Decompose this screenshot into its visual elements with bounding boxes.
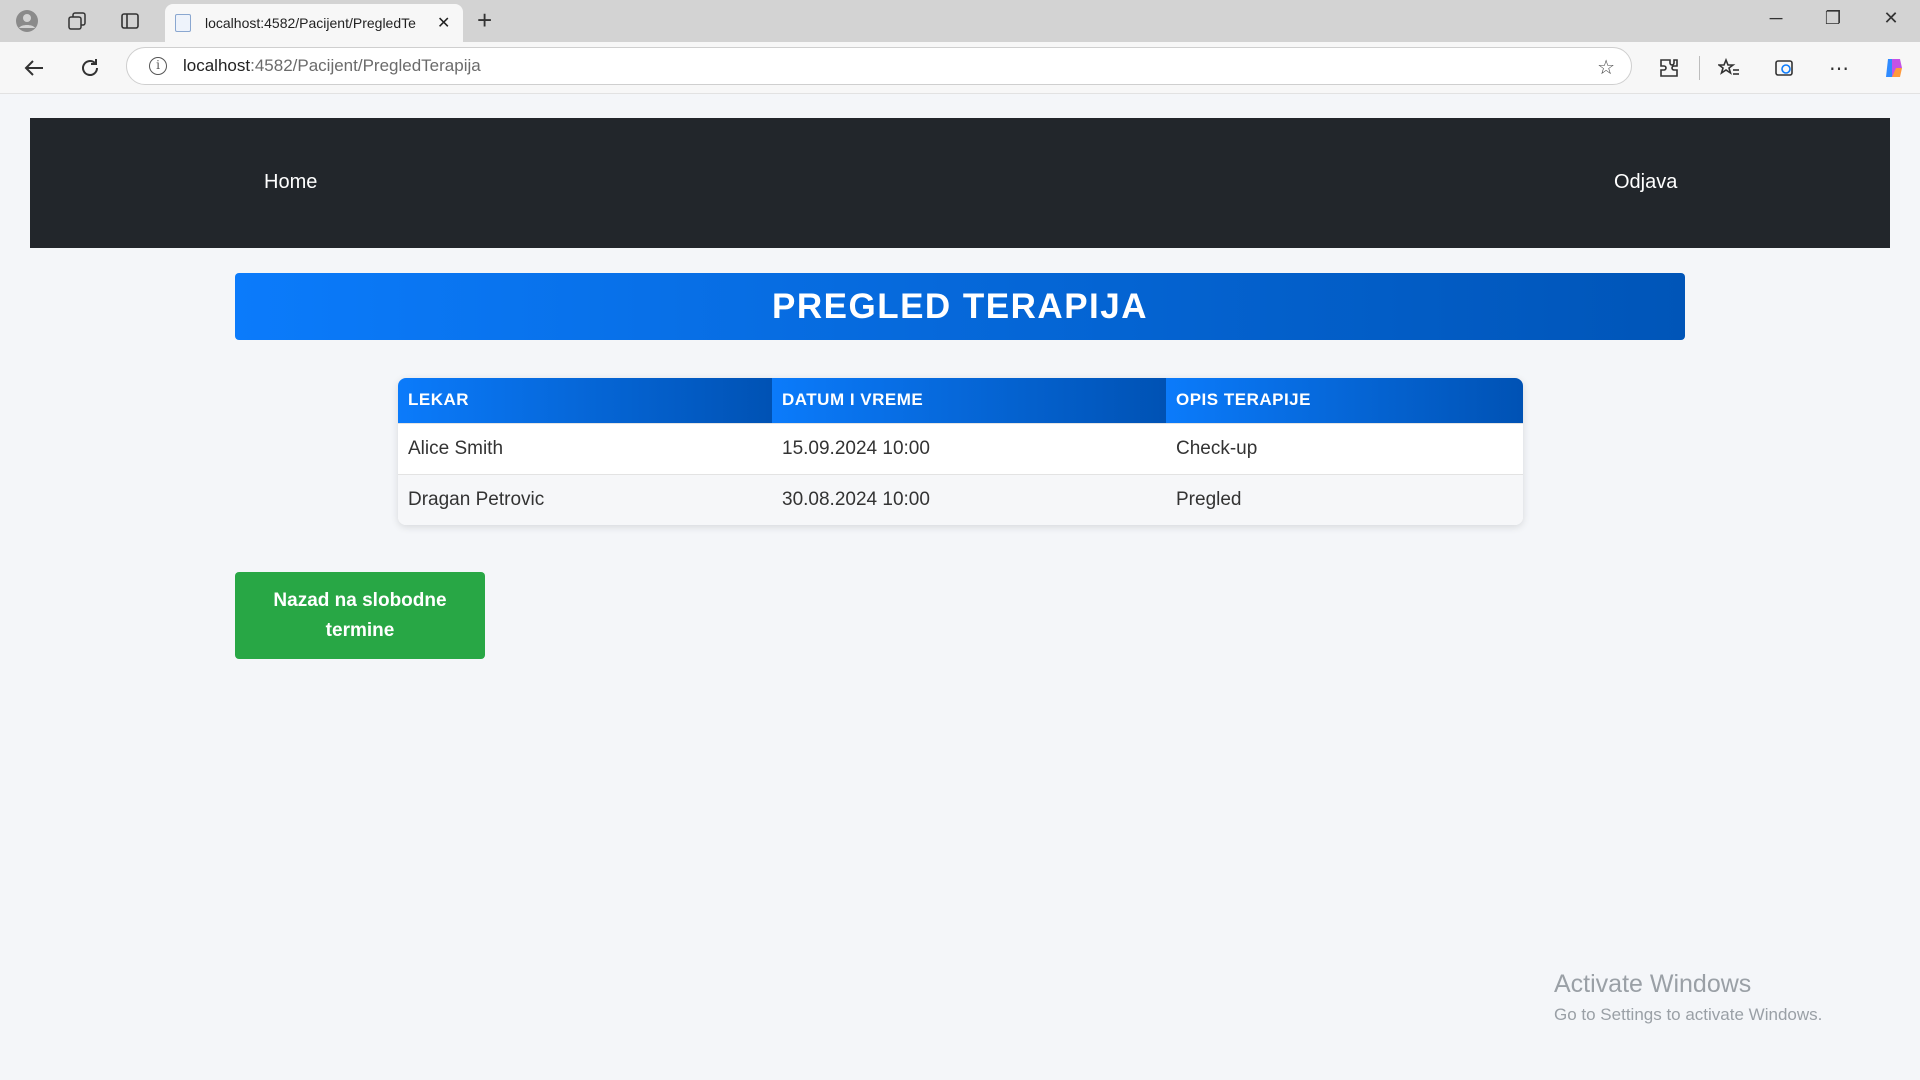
watermark-title: Activate Windows [1554,970,1752,998]
copilot-icon[interactable] [1881,55,1907,81]
back-to-free-slots-button[interactable]: Nazad na slobodne termine [235,572,485,659]
toolbar-divider [1699,56,1700,80]
url-field[interactable]: i localhost:4582/Pacijent/PregledTerapij… [126,47,1632,85]
minimize-icon[interactable]: ─ [1756,8,1796,29]
column-header-datetime: DATUM I VREME [772,378,1166,423]
reload-icon[interactable] [76,54,104,82]
page-viewport: Home Odjava PREGLED TERAPIJA LEKAR DATUM… [0,95,1920,1080]
cell-doctor: Alice Smith [398,422,772,474]
table-row: Dragan Petrovic 30.08.2024 10:00 Pregled [398,473,1523,525]
therapies-table-container: LEKAR DATUM I VREME OPIS TERAPIJE Alice … [398,378,1523,525]
top-navbar: Home Odjava [30,118,1890,248]
table-header-row: LEKAR DATUM I VREME OPIS TERAPIJE [398,378,1523,423]
watermark-subtitle: Go to Settings to activate Windows. [1554,1005,1823,1024]
workspaces-icon[interactable] [64,8,90,34]
extensions-icon[interactable] [1656,55,1682,81]
cell-datetime: 15.09.2024 10:00 [772,422,1166,474]
nav-logout-link[interactable]: Odjava [1614,171,1677,194]
site-info-icon[interactable]: i [149,57,167,75]
cell-description: Check-up [1166,422,1523,474]
favorite-star-icon[interactable]: ☆ [1597,55,1615,80]
back-arrow-icon[interactable] [20,54,48,82]
cell-datetime: 30.08.2024 10:00 [772,473,1166,525]
more-options-icon[interactable]: ⋯ [1826,55,1852,81]
column-header-description: OPIS TERAPIJE [1166,378,1523,423]
close-tab-icon[interactable]: ✕ [437,13,450,33]
column-header-doctor: LEKAR [398,378,772,423]
page-title: PREGLED TERAPIJA [772,286,1148,326]
cell-doctor: Dragan Petrovic [398,473,772,525]
browser-tab-active[interactable]: localhost:4582/Pacijent/PregledTe ✕ [165,4,463,42]
nav-home-link[interactable]: Home [264,171,317,194]
browser-address-bar: i localhost:4582/Pacijent/PregledTerapij… [0,42,1920,94]
page-title-banner: PREGLED TERAPIJA [235,273,1685,340]
collections-icon[interactable] [1771,55,1797,81]
therapies-table: LEKAR DATUM I VREME OPIS TERAPIJE Alice … [398,378,1523,525]
url-text: localhost:4582/Pacijent/PregledTerapija [183,56,481,75]
page-favicon-icon [175,14,191,32]
favorites-icon[interactable] [1716,55,1742,81]
vertical-tabs-icon[interactable] [117,8,143,34]
table-row: Alice Smith 15.09.2024 10:00 Check-up [398,422,1523,474]
windows-activation-watermark: Activate Windows Go to Settings to activ… [1554,970,1822,1025]
profile-icon[interactable] [14,8,40,34]
browser-tab-bar: localhost:4582/Pacijent/PregledTe ✕ + ─ … [0,0,1920,42]
cell-description: Pregled [1166,473,1523,525]
tab-title: localhost:4582/Pacijent/PregledTe [205,15,416,31]
close-window-icon[interactable]: ✕ [1871,8,1911,29]
new-tab-icon[interactable]: + [477,7,492,33]
restore-icon[interactable]: ❐ [1813,8,1853,29]
